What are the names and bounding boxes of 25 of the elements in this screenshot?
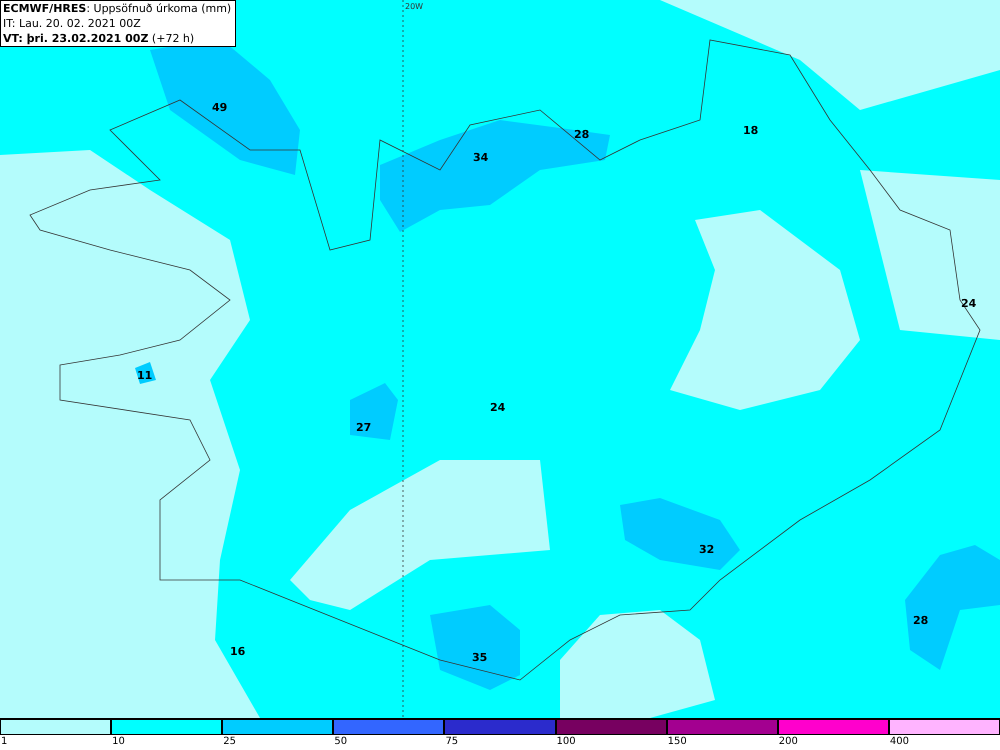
precipitation-value: 18 (743, 125, 758, 136)
meridian-label: 20W (405, 1, 424, 13)
precipitation-value: 35 (472, 652, 488, 663)
precipitation-value: 28 (913, 615, 928, 626)
legend-label: 150 (666, 735, 688, 749)
legend-label: 50 (333, 735, 348, 749)
info-line: ECMWF/HRES: Uppsöfnuð úrkoma (mm) (3, 1, 232, 16)
info-line: VT: þri. 23.02.2021 00Z (+72 h) (3, 31, 194, 46)
legend-label: 100 (556, 735, 577, 749)
info-line: IT: Lau. 20. 02. 2021 00Z (3, 16, 141, 31)
precipitation-value: 28 (574, 129, 590, 140)
legend-label: 75 (444, 735, 460, 749)
legend-label: 1 (0, 735, 8, 749)
precipitation-value: 27 (356, 422, 372, 433)
precipitation-value: 24 (961, 298, 976, 309)
precipitation-value: 16 (230, 646, 246, 657)
legend-label: 10 (111, 735, 126, 749)
precipitation-value: 34 (473, 152, 488, 163)
legend-label: 200 (778, 735, 799, 749)
legend-label: 25 (222, 735, 237, 749)
precipitation-value: 49 (212, 102, 228, 113)
precipitation-value: 32 (699, 544, 714, 555)
precipitation-value: 11 (137, 370, 152, 381)
legend-label: 400 (888, 735, 910, 749)
precipitation-value: 24 (490, 402, 506, 413)
